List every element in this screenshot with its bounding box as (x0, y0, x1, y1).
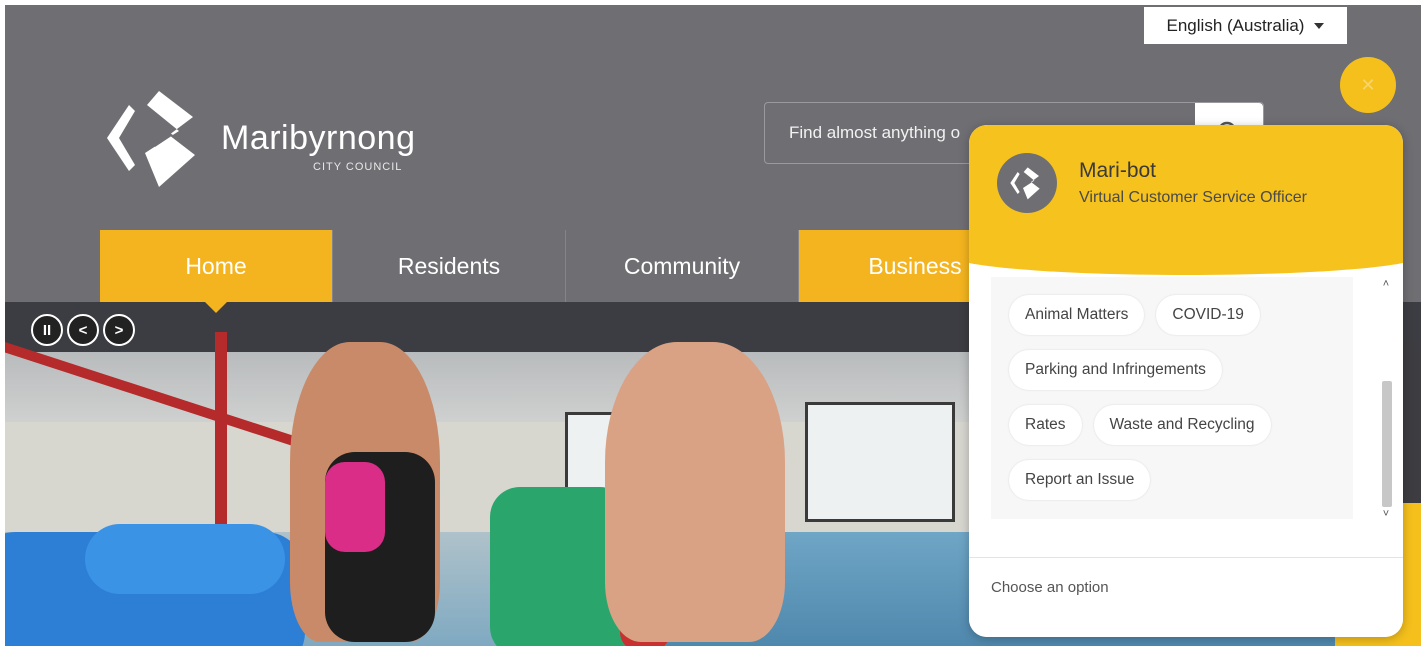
caret-down-icon (1314, 22, 1325, 29)
scrollbar[interactable]: ˄ ˅ (1379, 277, 1393, 523)
option-chip[interactable]: Animal Matters (1009, 295, 1145, 335)
chat-launcher-button[interactable]: ✕ (1340, 57, 1396, 113)
chevron-right-icon: > (114, 321, 124, 339)
main-nav: Home Residents Community Business (100, 230, 1032, 302)
divider (969, 557, 1403, 558)
option-chip[interactable]: Waste and Recycling (1093, 405, 1271, 445)
hero-beam (215, 332, 227, 532)
avatar (997, 153, 1057, 213)
hero-swimsuit (325, 462, 385, 552)
chatbot-role: Virtual Customer Service Officer (1079, 189, 1307, 206)
chatbot-panel: Mari-bot Virtual Customer Service Office… (969, 125, 1403, 637)
logo-mark-icon (1010, 167, 1040, 200)
chevron-left-icon: < (78, 321, 88, 339)
option-chip[interactable]: Report an Issue (1009, 460, 1151, 500)
option-row: Report an Issue (1009, 460, 1151, 500)
page-frame: English (Australia) ✕ Maribyrnong CITY C… (5, 5, 1421, 646)
slider-controls: II < > (31, 314, 135, 346)
language-label: English (Australia) (1166, 15, 1305, 35)
chevron-down-icon[interactable]: ˅ (1379, 507, 1393, 521)
logo-mark-icon (107, 91, 195, 187)
logo-subtitle: CITY COUNCIL (313, 161, 403, 173)
pause-icon: II (42, 321, 52, 339)
logo[interactable]: Maribyrnong CITY COUNCIL (97, 83, 427, 193)
option-row: Parking and Infringements (1009, 350, 1222, 390)
nav-item-home[interactable]: Home (100, 230, 333, 302)
nav-item-label: Community (623, 252, 741, 279)
option-chip[interactable]: Parking and Infringements (1009, 350, 1222, 390)
scrollbar-thumb[interactable] (1382, 381, 1392, 507)
pause-button[interactable]: II (31, 314, 63, 346)
option-row: Animal Matters COVID-19 (1009, 295, 1260, 335)
logo-name: Maribyrnong (221, 119, 416, 157)
next-slide-button[interactable]: > (103, 314, 135, 346)
option-chip[interactable]: Rates (1009, 405, 1082, 445)
nav-item-label: Home (185, 252, 247, 279)
option-row: Rates Waste and Recycling (1009, 405, 1271, 445)
chat-input[interactable] (969, 559, 1403, 637)
chatbot-options: Animal Matters COVID-19 Parking and Infr… (991, 277, 1353, 519)
language-selector[interactable]: English (Australia) (1144, 7, 1347, 44)
prev-slide-button[interactable]: < (67, 314, 99, 346)
option-chip[interactable]: COVID-19 (1156, 295, 1260, 335)
chatbot-name: Mari-bot (1079, 159, 1157, 182)
nav-item-label: Residents (397, 252, 501, 279)
nav-item-community[interactable]: Community (566, 230, 799, 302)
chevron-up-icon[interactable]: ˄ (1379, 277, 1393, 291)
nav-active-pointer (204, 301, 228, 313)
nav-item-residents[interactable]: Residents (333, 230, 566, 302)
chatbot-header-curve (969, 235, 1403, 275)
hero-inflatable (85, 524, 285, 594)
nav-item-label: Business (868, 252, 962, 279)
hero-child (605, 342, 785, 642)
hero-window (805, 402, 955, 522)
close-icon: ✕ (1360, 74, 1376, 95)
